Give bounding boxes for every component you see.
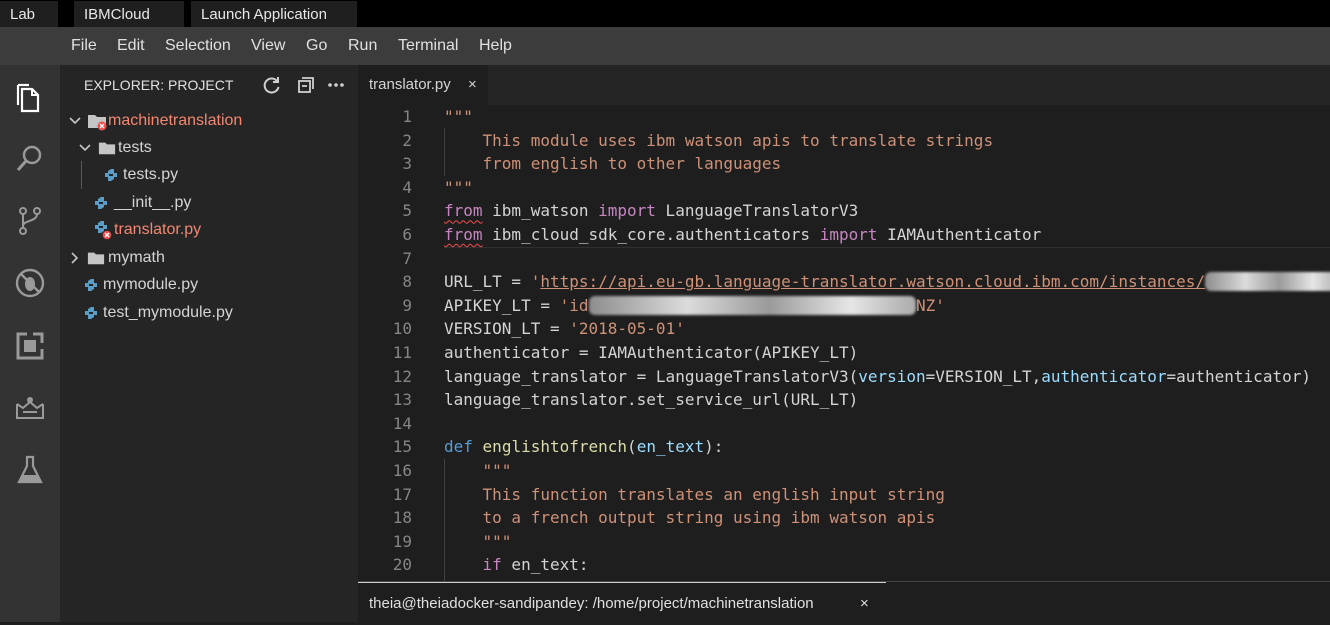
code-line: 5 from ibm_watson import LanguageTranslat… [402,201,859,221]
browser-tab-label: Lab [10,6,36,23]
tree-item-tests-folder[interactable]: tests [60,134,358,161]
more-icon[interactable] [326,75,346,95]
tree-item-label: test_mymodule.py [103,304,233,321]
menu-terminal[interactable]: Terminal [398,27,458,65]
terminal-panel: theia@theiadocker-sandipandey: /home/pro… [358,581,1330,623]
tree-item-label: translator.py [114,221,202,238]
code-line: 16 """ [392,461,512,480]
tree-item-label: tests.py [123,166,179,183]
code-line: 12 language_translator = LanguageTranslat… [392,366,1311,386]
python-file-error-icon [94,216,114,243]
python-file-icon [94,189,108,216]
code-line: 9APIKEY_LT = 'idxxxxxxxxxxxxxxxxxxxxxxxx… [402,295,945,315]
tree-item-mymodule-py[interactable]: mymodule.py [60,271,358,298]
terminal-tab-label: theia@theiadocker-sandipandey: /home/pro… [369,595,814,612]
python-file-icon [84,299,98,326]
code-line: 19 """ [392,531,512,551]
explorer-icon[interactable] [10,79,50,119]
terminal-tab[interactable]: theia@theiadocker-sandipandey: /home/pro… [358,582,886,623]
code-line: 7 [402,248,412,268]
python-file-icon [84,271,98,298]
browser-tab-label: IBMCloud [84,6,150,23]
code-line: 17 This function translates an english i… [392,484,945,504]
folder-error-icon [87,107,107,134]
code-line: 14 [392,413,412,433]
code-line: 6 from ibm_cloud_sdk_core.authenticators … [402,225,1042,244]
browser-tab-ibmcloud[interactable]: IBMCloud [74,1,184,27]
chevron-right-icon [68,244,82,271]
menu-run[interactable]: Run [348,27,377,65]
browser-tab-launch-application[interactable]: Launch Application [191,1,357,27]
menu-selection[interactable]: Selection [165,27,231,65]
explorer-sidebar: EXPLORER: PROJECT machinetranslation tes… [60,65,358,622]
editor-tab-label: translator.py [369,76,451,93]
menu-help[interactable]: Help [479,27,512,65]
close-icon[interactable]: × [860,583,869,625]
tree-item-init-py[interactable]: __init__.py [60,189,358,216]
code-line: 15 def englishtofrench(en_text): [392,437,724,457]
tree-item-mymath[interactable]: mymath [60,244,358,271]
code-line: 10 VERSION_LT = '2018-05-01' [392,319,685,339]
tree-item-label: tests [118,139,152,156]
menu-edit[interactable]: Edit [117,27,145,65]
code-line: 3 from english to other languages [402,154,782,174]
editor-tab-bar: translator.py × [358,65,1330,105]
browser-tab-label: Launch Application [201,6,327,23]
tree-item-label: machinetranslation [108,112,243,129]
tree-item-label: mymodule.py [103,276,199,293]
tree-item-machinetranslation[interactable]: machinetranslation [60,107,358,134]
toolbox-icon[interactable] [10,388,50,428]
menu-bar: File Edit Selection View Go Run Terminal… [0,27,1330,65]
chevron-down-icon [68,107,82,134]
tree-item-tests-py[interactable]: tests.py [60,161,358,188]
code-line: 8 URL_LT = 'https://api.eu-gb.language-tr… [358,270,1330,294]
explorer-title: EXPLORER: PROJECT [84,77,234,93]
source-control-icon[interactable] [10,201,50,241]
extensions-icon[interactable] [10,326,50,366]
code-line: 4 """ [402,177,473,197]
code-line: 18 to a french output string using ibm w… [392,508,936,528]
folder-icon [98,134,116,161]
refresh-icon[interactable] [262,75,282,95]
menu-view[interactable]: View [251,27,285,65]
menu-go[interactable]: Go [306,27,327,65]
close-icon[interactable]: × [468,65,477,105]
tree-item-translator-py[interactable]: translator.py [60,216,358,243]
tree-item-label: __init__.py [114,194,192,211]
search-icon[interactable] [10,139,50,179]
code-line: 13 language_translator.set_service_url(UR… [392,390,859,410]
code-line: 2 This module uses ibm watson apis to tr… [402,130,994,150]
lab-flask-icon[interactable] [10,450,50,490]
code-line: 20 if en_text: [392,555,589,575]
browser-tab-strip: Lab IBMCloud Launch Application [0,0,1330,27]
folder-icon [87,244,105,271]
activity-bar [0,65,60,622]
menu-file[interactable]: File [71,27,97,65]
collapse-all-icon[interactable] [296,75,316,95]
chevron-down-icon [78,134,92,161]
code-editor[interactable]: 1 """ 2 This module uses ibm watson apis … [358,105,1330,581]
editor-tab-translator-py[interactable]: translator.py × [358,65,488,105]
python-file-icon [104,161,118,188]
debug-icon[interactable] [10,263,50,303]
code-line: 1 """ [402,107,473,126]
code-line: 11 authenticator = IAMAuthenticator(APIKE… [392,343,859,362]
browser-tab-lab[interactable]: Lab [0,1,58,27]
tree-item-label: mymath [108,249,165,266]
tree-item-test-mymodule-py[interactable]: test_mymodule.py [60,299,358,326]
